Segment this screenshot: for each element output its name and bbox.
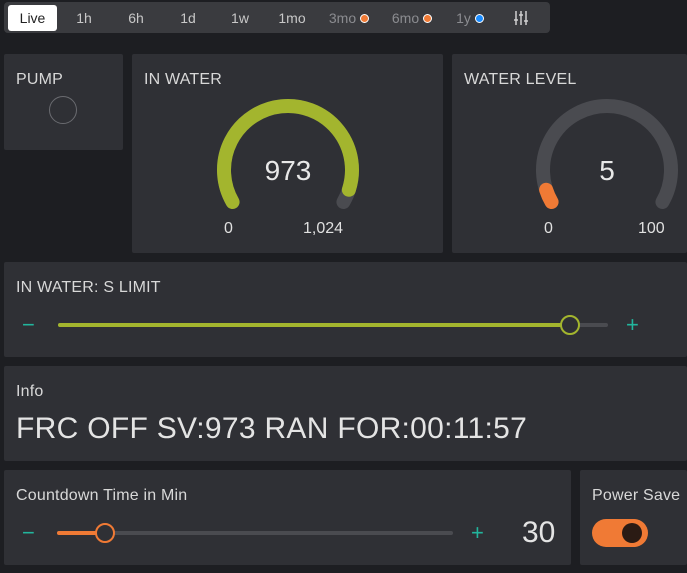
limit-increment-button[interactable]: +: [626, 314, 639, 336]
tab-label: 6mo: [391, 10, 420, 26]
in-water-value: 973: [264, 155, 312, 186]
pump-led-indicator: [49, 96, 77, 124]
limit-slider-fill: [58, 323, 570, 327]
limit-slider-title: IN WATER: S LIMIT: [16, 279, 161, 296]
tab-1mo[interactable]: 1mo: [270, 5, 314, 31]
gauge-track: [536, 99, 678, 209]
tab-label: 3mo: [328, 10, 357, 26]
power-save-title: Power Save: [592, 487, 681, 504]
pump-title: PUMP: [16, 71, 64, 88]
time-range-bar: Live 1h 6h 1d 1w 1mo 3mo 6mo 1y: [4, 2, 550, 33]
tab-1w[interactable]: 1w: [220, 5, 260, 31]
tab-label: 1h: [76, 10, 92, 26]
water-level-min: 0: [544, 220, 553, 237]
limit-decrement-button[interactable]: −: [22, 314, 35, 336]
tab-1h[interactable]: 1h: [64, 5, 104, 31]
in-water-gauge: [217, 99, 359, 209]
tab-label: 1y: [456, 10, 471, 26]
tab-label: 1w: [231, 10, 249, 26]
water-level-max: 100: [638, 220, 665, 237]
premium-dot-icon: [474, 14, 484, 23]
countdown-title: Countdown Time in Min: [16, 487, 188, 504]
power-save-toggle[interactable]: [592, 519, 648, 547]
tab-label: 6h: [128, 10, 144, 26]
tab-label: Live: [19, 10, 46, 26]
countdown-slider-handle[interactable]: [94, 523, 115, 543]
sliders-icon-glyph: [514, 11, 528, 25]
limit-slider-track[interactable]: [58, 315, 608, 335]
gauge-fill: [539, 182, 559, 209]
toggle-knob: [622, 523, 642, 543]
in-water-card: IN WATER 973 0 1,024: [132, 54, 443, 253]
pump-card: PUMP: [4, 54, 123, 150]
gauge-fill: [217, 99, 359, 209]
limit-slider-handle[interactable]: [559, 315, 580, 335]
countdown-increment-button[interactable]: +: [471, 522, 484, 544]
countdown-slider-track[interactable]: [57, 523, 453, 543]
tab-3mo[interactable]: 3mo: [324, 5, 374, 31]
tab-label: 1mo: [278, 10, 306, 26]
water-level-value: 5: [599, 155, 615, 186]
limit-slider-card: IN WATER: S LIMIT − +: [4, 262, 687, 357]
countdown-card: Countdown Time in Min − + 30: [4, 470, 571, 565]
info-text: FRC OFF SV:973 RAN FOR:00:11:57: [16, 412, 528, 445]
countdown-value: 30: [522, 516, 556, 549]
info-title: Info: [16, 383, 44, 400]
power-save-card: Power Save: [580, 470, 687, 565]
tab-label: 1d: [180, 10, 196, 26]
sliders-icon[interactable]: [506, 5, 536, 31]
info-card: Info FRC OFF SV:973 RAN FOR:00:11:57: [4, 366, 687, 461]
tab-6mo[interactable]: 6mo: [387, 5, 437, 31]
countdown-decrement-button[interactable]: −: [22, 522, 35, 544]
tab-1d[interactable]: 1d: [168, 5, 208, 31]
premium-dot-icon: [423, 14, 433, 23]
water-level-card: WATER LEVEL 5 0 100: [452, 54, 687, 253]
tab-1y[interactable]: 1y: [450, 5, 490, 31]
tab-live[interactable]: Live: [8, 5, 57, 31]
in-water-min: 0: [224, 220, 233, 237]
tab-6h[interactable]: 6h: [116, 5, 156, 31]
in-water-max: 1,024: [303, 220, 344, 237]
premium-dot-icon: [360, 14, 370, 23]
